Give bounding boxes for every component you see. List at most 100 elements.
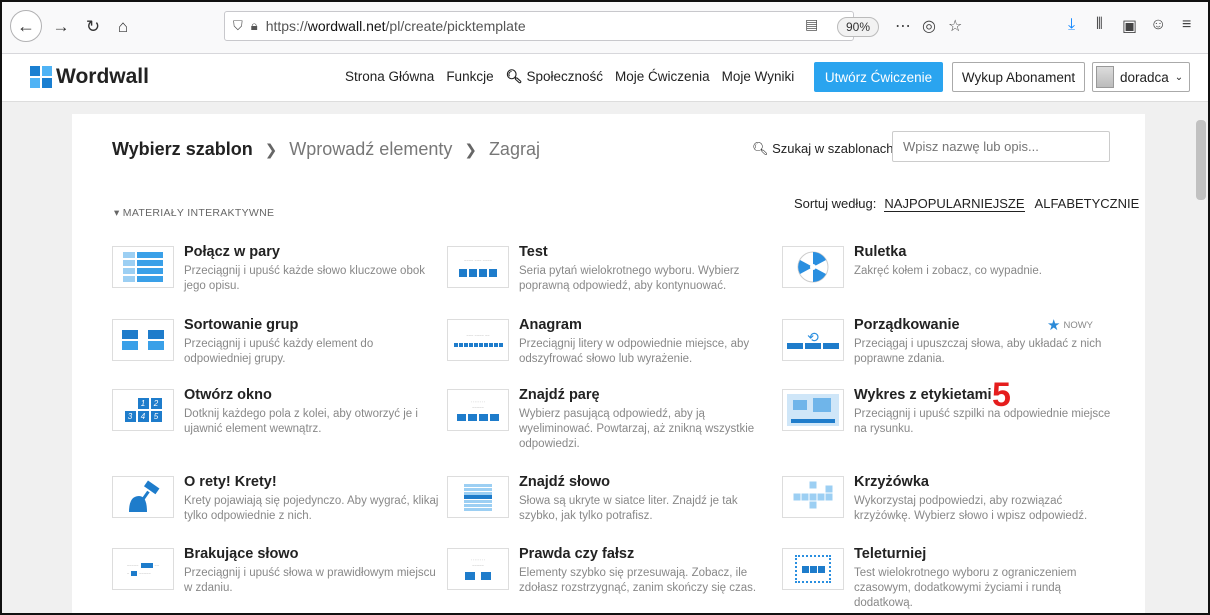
template-desc: Przeciągnij litery w odpowiednie miejsce… (519, 338, 750, 365)
star-icon: ★ (1047, 317, 1061, 334)
template-missing-word[interactable]: ~~~~~ ~~ ~ ~~~~~ Brakujące słowo Przecią… (112, 546, 436, 608)
nav-link-community[interactable]: 🔍︎ Społeczność (506, 69, 603, 85)
template-true-or-false[interactable]: ' ' ' ' ' ' ' ' ~~~~~ Prawda czy fałsz E… (447, 546, 767, 608)
template-quiz[interactable]: ~~~~ ~~~ ~~~~ Test Seria pytań wielokrot… (447, 244, 767, 306)
template-find-the-match[interactable]: ' ' ' ' ' ' ' ' ~~~~~ Znajdź parę Wybier… (447, 387, 767, 450)
section-label[interactable]: ▾ MATERIAŁY INTERAKTYWNE (114, 207, 274, 219)
true-or-false-thumbnail: ' ' ' ' ' ' ' ' ~~~~~ (447, 548, 509, 590)
template-desc: Test wielokrotnego wyboru z ograniczenie… (854, 567, 1077, 609)
template-whack-a-mole[interactable]: O rety! Krety! Krety pojawiają się pojed… (112, 474, 438, 536)
template-title: Anagram (519, 317, 582, 333)
nav-link-features[interactable]: Funkcje (446, 69, 493, 85)
template-title: Prawda czy fałsz (519, 546, 635, 562)
sort-controls: Sortuj według: NAJPOPULARNIEJSZE ALFABET… (794, 196, 1139, 212)
reload-icon[interactable]: ↻ (80, 14, 106, 40)
template-match-up[interactable]: Połącz w pary Przeciągnij i upuść każde … (112, 244, 432, 306)
nav-link-my-results[interactable]: Moje Wyniki (722, 69, 795, 85)
sort-alphabetical[interactable]: ALFABETYCZNIE (1035, 196, 1140, 212)
mole-hammer-icon (129, 480, 160, 512)
template-picker-panel: Wybierz szablon ❯ Wprowadź elementy ❯ Za… (72, 114, 1145, 613)
logo-text: Wordwall (56, 65, 149, 88)
template-title: Sortowanie grup (184, 317, 299, 333)
logo-icon (30, 66, 52, 88)
nav-link-my-activities[interactable]: Moje Ćwiczenia (615, 69, 710, 85)
url-host: wordwall.net (307, 18, 386, 34)
pocket-icon[interactable]: ◎ (922, 16, 936, 36)
template-desc: Przeciągnij i upuść każdy element do odp… (184, 338, 374, 365)
group-sort-thumbnail (112, 319, 174, 361)
template-open-the-box[interactable]: 12345 Otwórz okno Dotknij każdego pola z… (112, 387, 432, 449)
gameshow-quiz-thumbnail (782, 548, 844, 590)
template-title: O rety! Krety! (184, 474, 277, 490)
forward-arrow-icon[interactable]: → (48, 14, 74, 40)
wheel-icon (797, 251, 829, 283)
library-icon[interactable]: ⫴ (1096, 16, 1103, 34)
quiz-thumbnail: ~~~~ ~~~ ~~~~ (447, 246, 509, 288)
crossword-thumbnail (782, 476, 844, 518)
url-path: /pl/create/picktemplate (385, 18, 526, 34)
new-badge-text: NOWY (1063, 319, 1094, 331)
template-title: Otwórz okno (184, 387, 272, 403)
bookmark-star-icon[interactable]: ☆ (948, 16, 962, 36)
template-title: Test (519, 244, 548, 260)
open-the-box-thumbnail: 12345 (112, 389, 174, 431)
template-crossword[interactable]: Krzyżówka Wykorzystaj podpowiedzi, aby r… (782, 474, 1102, 536)
back-arrow-icon[interactable]: ← (10, 10, 42, 42)
site-header: Wordwall Strona Główna Funkcje 🔍︎ Społec… (2, 54, 1208, 102)
wordwall-logo[interactable]: Wordwall (30, 65, 149, 89)
template-desc: Słowa są ukryte w siatce liter. Znajdź j… (519, 495, 738, 522)
template-desc: Przeciągaj i upuszczaj słowa, aby układa… (854, 338, 1102, 365)
nav-link-home[interactable]: Strona Główna (345, 69, 434, 85)
template-title: Ruletka (854, 244, 907, 260)
template-spin-wheel[interactable]: Ruletka Zakręć kołem i zobacz, co wypadn… (782, 244, 1102, 306)
template-title: Wykres z etykietami (854, 387, 992, 403)
template-search-label: 🔍︎ Szukaj w szablonach: (752, 141, 897, 157)
user-menu[interactable]: doradca ⌄ (1092, 62, 1190, 92)
create-activity-button[interactable]: Utwórz Ćwiczenie (814, 62, 943, 92)
home-icon[interactable]: ⌂ (110, 14, 136, 40)
zoom-level[interactable]: 90% (837, 17, 880, 37)
find-the-match-thumbnail: ' ' ' ' ' ' ' ' ~~~~~ (447, 389, 509, 431)
template-title: Krzyżówka (854, 474, 929, 490)
anagram-thumbnail: ~~~ ~~~~ ~~ (447, 319, 509, 361)
download-icon[interactable]: ⤓ (1068, 16, 1075, 34)
menu-icon[interactable]: ≡ (1182, 16, 1191, 34)
chevron-right-icon: ❯ (264, 141, 278, 159)
reader-view-icon[interactable]: ▤ (805, 16, 818, 33)
sort-most-popular[interactable]: NAJPOPULARNIEJSZE (884, 196, 1025, 212)
template-gameshow-quiz[interactable]: Teleturniej Test wielokrotnego wyboru z … (782, 546, 1102, 609)
address-bar[interactable]: ⛉ 🔒︎ https://wordwall.net/pl/create/pick… (224, 11, 880, 41)
account-icon[interactable]: ☺ (1150, 16, 1166, 34)
more-actions-icon[interactable]: ⋯ (895, 16, 911, 36)
template-anagram[interactable]: ~~~ ~~~~ ~~ Anagram Przeciągnij litery w… (447, 317, 767, 379)
labelled-diagram-thumbnail (782, 389, 844, 431)
template-wordsearch[interactable]: Znajdź słowo Słowa są ukryte w siatce li… (447, 474, 767, 536)
template-search-label-text: Szukaj w szablonach: (772, 141, 898, 156)
template-search-input[interactable] (892, 131, 1110, 162)
new-badge: ★ NOWY (1047, 316, 1093, 334)
template-desc: Seria pytań wielokrotnego wyboru. Wybier… (519, 265, 740, 292)
template-group-sort[interactable]: Sortowanie grup Przeciągnij i upuść każd… (112, 317, 432, 379)
sidebar-icon[interactable]: ▣ (1122, 16, 1137, 36)
template-title: Połącz w pary (184, 244, 280, 260)
shield-icon: ⛉ (233, 18, 243, 33)
spin-wheel-thumbnail (782, 246, 844, 288)
template-title: Teleturniej (854, 546, 927, 562)
crossword-icon (792, 480, 834, 510)
subscribe-button[interactable]: Wykup Abonament (952, 62, 1085, 92)
template-desc: Zakręć kołem i zobacz, co wypadnie. (854, 265, 1042, 277)
template-title: Brakujące słowo (184, 546, 299, 562)
template-desc: Elementy szybko się przesuwają. Zobacz, … (519, 567, 757, 594)
annotation-number: 5 (992, 376, 1011, 414)
username: doradca (1120, 69, 1169, 85)
breadcrumb-step-enter: Wprowadź elementy (289, 139, 453, 159)
chevron-down-icon: ⌄ (1174, 71, 1184, 83)
main-nav: Strona Główna Funkcje 🔍︎ Społeczność Moj… (345, 69, 806, 85)
breadcrumb-step-choose: Wybierz szablon (112, 139, 253, 159)
section-label-text: MATERIAŁY INTERAKTYWNE (122, 207, 275, 219)
breadcrumb-step-play: Zagraj (488, 139, 540, 159)
template-desc: Przeciągnij i upuść każde słowo kluczowe… (184, 265, 425, 292)
scrollbar-thumb[interactable] (1196, 120, 1206, 200)
template-desc: Wybierz pasującą odpowiedź, aby ją wyeli… (519, 408, 755, 450)
template-labelled-diagram[interactable]: Wykres z etykietami Przeciągnij i upuść … (782, 387, 1110, 449)
